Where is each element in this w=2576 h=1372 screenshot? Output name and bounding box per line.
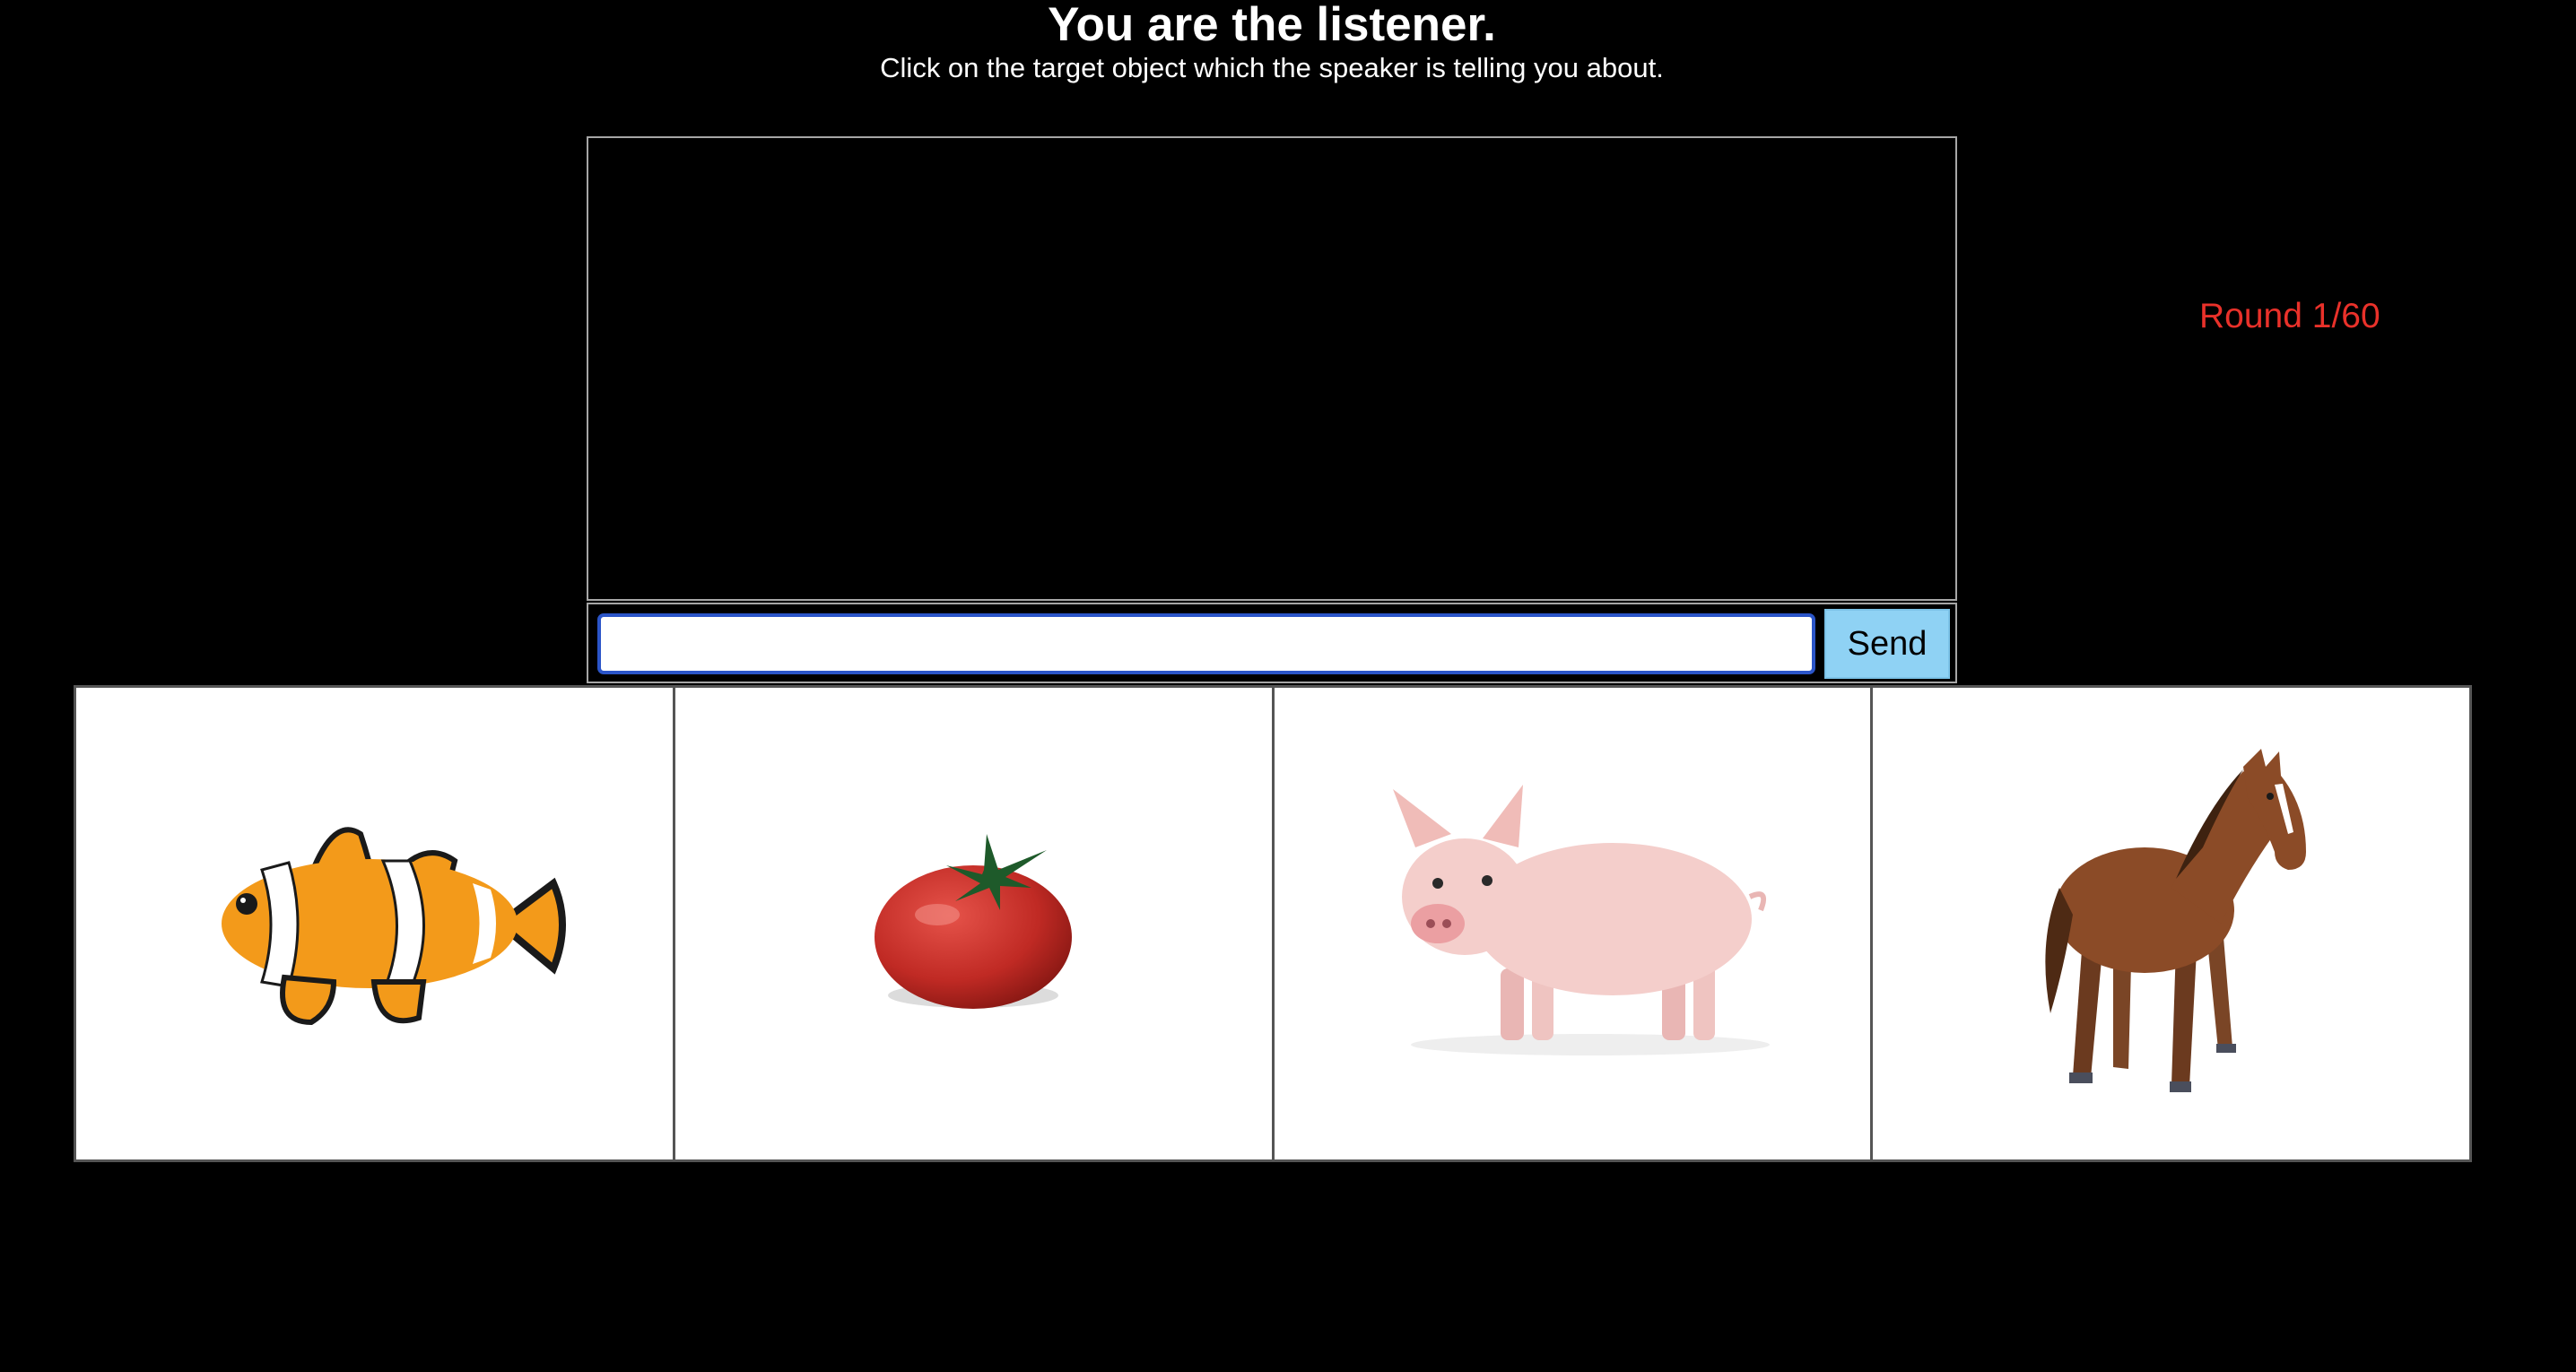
send-button[interactable]: Send (1824, 609, 1950, 679)
page: You are the listener. Click on the targe… (0, 0, 2576, 1372)
object-card-tomato[interactable] (674, 688, 1275, 1159)
chat-input[interactable] (597, 613, 1815, 674)
object-card-pig[interactable] (1274, 688, 1874, 1159)
clownfish-icon (222, 827, 567, 1026)
page-title: You are the listener. (1048, 0, 1496, 51)
chat-input-row: Send (587, 603, 1957, 683)
round-counter: Round 1/60 (2199, 297, 2380, 335)
instruction-text: Click on the target object which the spe… (880, 52, 1664, 83)
object-card-horse[interactable] (1873, 688, 2469, 1159)
chat-message-area (587, 136, 1957, 601)
pig-icon (1392, 785, 1770, 1055)
object-grid (74, 685, 2472, 1162)
object-card-clownfish[interactable] (76, 688, 675, 1159)
horse-icon (2045, 749, 2306, 1092)
tomato-icon (875, 834, 1073, 1009)
